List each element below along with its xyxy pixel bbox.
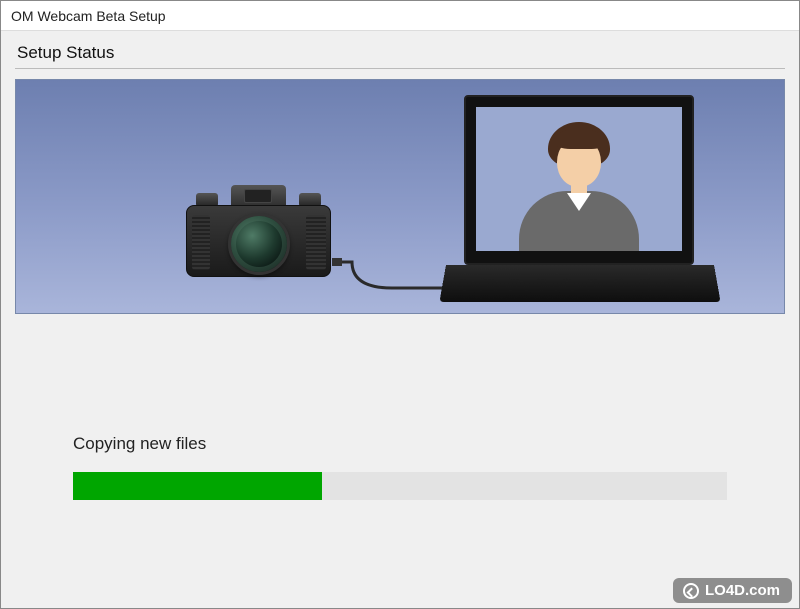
illustration-banner — [15, 79, 785, 314]
laptop-icon — [446, 95, 716, 307]
camera-icon — [186, 185, 336, 280]
installer-window: OM Webcam Beta Setup Setup Status — [0, 0, 800, 609]
window-title: OM Webcam Beta Setup — [11, 8, 166, 24]
progress-bar — [73, 472, 727, 500]
divider — [15, 68, 785, 69]
section-title: Setup Status — [17, 43, 785, 63]
laptop-keyboard-icon — [439, 265, 720, 302]
titlebar[interactable]: OM Webcam Beta Setup — [1, 1, 799, 31]
progress-bar-fill — [73, 472, 322, 500]
watermark-text: LO4D.com — [705, 582, 780, 599]
download-icon — [683, 583, 699, 599]
progress-label: Copying new files — [73, 434, 727, 454]
progress-area: Copying new files — [15, 434, 785, 500]
content-pane: Setup Status — [1, 31, 799, 608]
watermark-badge: LO4D.com — [673, 578, 792, 603]
laptop-display — [476, 107, 682, 251]
